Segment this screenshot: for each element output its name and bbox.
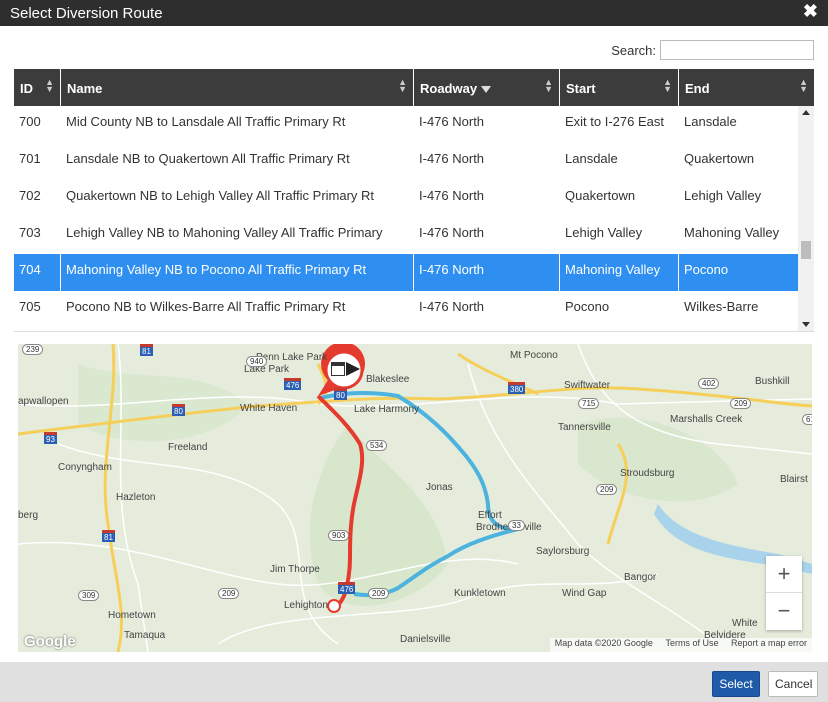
- table-header: ID ▲ ▼ Name ▲ ▼ Roadway ▲ ▼ Start ▲ ▼ End ▲ ▼: [14, 69, 814, 106]
- interstate-shield: 81: [140, 344, 153, 356]
- search-input[interactable]: [660, 40, 814, 60]
- sort-icon: ▲ ▼: [45, 77, 54, 94]
- map-place-label: Freeland: [168, 442, 208, 453]
- route-shield: 33: [508, 520, 525, 531]
- map-place-label: Marshalls Creek: [670, 414, 743, 425]
- sort-icon: ▲ ▼: [799, 77, 808, 94]
- map-place-label: Kunkletown: [454, 588, 506, 599]
- map-place-label: Hazleton: [116, 492, 156, 503]
- zoom-in-button[interactable]: +: [766, 556, 802, 593]
- interstate-shield: 380: [508, 382, 526, 394]
- interstate-shield: 476: [284, 378, 302, 390]
- map-place-label: Danielsville: [400, 634, 451, 645]
- route-shield: 209: [730, 398, 752, 409]
- map-place-label: Bushkill: [755, 376, 790, 387]
- map-place-label: Tannersville: [558, 422, 611, 433]
- column-header-end[interactable]: End ▲ ▼: [679, 69, 814, 106]
- map-place-label: Jim Thorpe: [270, 564, 320, 575]
- table-row[interactable]: 703 Lehigh Valley NB to Mahoning Valley …: [14, 217, 798, 254]
- select-button[interactable]: Select: [712, 671, 760, 697]
- close-icon[interactable]: ✖: [803, 1, 818, 22]
- route-shield: 209: [368, 588, 390, 599]
- route-shield: 402: [698, 378, 720, 389]
- map-data-credit: Map data ©2020 Google: [554, 638, 653, 648]
- column-header-id[interactable]: ID ▲ ▼: [14, 69, 61, 106]
- map-place-label: Bangor: [624, 572, 657, 583]
- map-attribution: Map data ©2020 Google Terms of Use Repor…: [549, 638, 812, 652]
- routes-table: ID ▲ ▼ Name ▲ ▼ Roadway ▲ ▼ Start ▲ ▼ End ▲ ▼…: [14, 69, 814, 332]
- table-row[interactable]: 705 Pocono NB to Wilkes-Barre All Traffi…: [14, 291, 798, 328]
- sort-icon: ▲ ▼: [544, 77, 553, 94]
- map-place-label: Saylorsburg: [536, 546, 590, 557]
- cancel-button[interactable]: Cancel: [768, 671, 818, 697]
- table-scrollbar[interactable]: [798, 106, 814, 331]
- route-shield: 611: [802, 414, 812, 425]
- interstate-shield: 80: [334, 388, 347, 400]
- map-place-label: Mt Pocono: [510, 350, 558, 361]
- sort-icon: ▲ ▼: [398, 77, 407, 94]
- scroll-up-icon[interactable]: [802, 110, 810, 115]
- interstate-shield: 476: [338, 582, 356, 594]
- map-place-label: Lake Harmony: [354, 404, 420, 415]
- map-place-label: Blakeslee: [366, 374, 410, 385]
- map-place-label: White Haven: [240, 403, 298, 414]
- column-header-name[interactable]: Name ▲ ▼: [61, 69, 414, 106]
- dialog-title: Select Diversion Route: [10, 5, 163, 22]
- interstate-shield: 93: [44, 432, 57, 444]
- route-shield: 903: [328, 530, 350, 541]
- interstate-shield: 80: [172, 404, 185, 416]
- map-place-label: apwallopen: [18, 396, 69, 407]
- route-shield: 715: [578, 398, 600, 409]
- column-header-start[interactable]: Start ▲ ▼: [560, 69, 679, 106]
- route-map[interactable]: Penn Lake Park Lake Park Blakeslee Mt Po…: [18, 344, 812, 652]
- route-shield: 534: [366, 440, 388, 451]
- scroll-down-icon[interactable]: [802, 322, 810, 327]
- route-shield: 940: [246, 356, 268, 367]
- map-place-label: Lehighton: [284, 600, 328, 611]
- map-zoom-control: + −: [766, 556, 802, 630]
- map-place-label: White: [732, 618, 758, 629]
- scrollbar-thumb[interactable]: [801, 241, 811, 259]
- zoom-out-button[interactable]: −: [766, 593, 802, 629]
- google-logo: Google: [24, 633, 76, 650]
- route-shield: 239: [22, 344, 44, 355]
- sort-icon: ▲ ▼: [663, 77, 672, 94]
- dialog-title-bar: Select Diversion Route ✖: [0, 0, 828, 26]
- column-header-roadway[interactable]: Roadway ▲ ▼: [414, 69, 560, 106]
- route-shield: 209: [218, 588, 240, 599]
- table-row[interactable]: 700 Mid County NB to Lansdale All Traffi…: [14, 106, 798, 143]
- interstate-shield: 81: [102, 530, 115, 542]
- terms-of-use-link[interactable]: Terms of Use: [665, 638, 718, 648]
- dialog-footer: Select Cancel: [0, 662, 828, 702]
- map-place-label: berg: [18, 510, 39, 521]
- map-place-label: Hometown: [108, 610, 156, 621]
- map-place-label: Tamaqua: [124, 630, 166, 641]
- table-row[interactable]: 701 Lansdale NB to Quakertown All Traffi…: [14, 143, 798, 180]
- table-row[interactable]: 702 Quakertown NB to Lehigh Valley All T…: [14, 180, 798, 217]
- map-place-label: Wind Gap: [562, 588, 607, 599]
- search-label: Search:: [611, 43, 656, 58]
- map-place-label: Effort: [478, 510, 502, 521]
- map-place-label: Jonas: [426, 482, 453, 493]
- filter-icon[interactable]: [481, 86, 492, 94]
- route-shield: 209: [596, 484, 618, 495]
- route-start-marker[interactable]: [327, 599, 341, 613]
- table-row-selected[interactable]: 704 Mahoning Valley NB to Pocono All Tra…: [14, 254, 798, 291]
- report-map-error-link[interactable]: Report a map error: [731, 638, 807, 648]
- map-place-label: Swiftwater: [564, 380, 611, 391]
- map-place-label: Conyngham: [58, 462, 112, 473]
- map-place-label: Blairst: [780, 474, 808, 485]
- route-shield: 309: [78, 590, 100, 601]
- map-place-label: Stroudsburg: [620, 468, 675, 479]
- table-body: 700 Mid County NB to Lansdale All Traffi…: [14, 106, 798, 331]
